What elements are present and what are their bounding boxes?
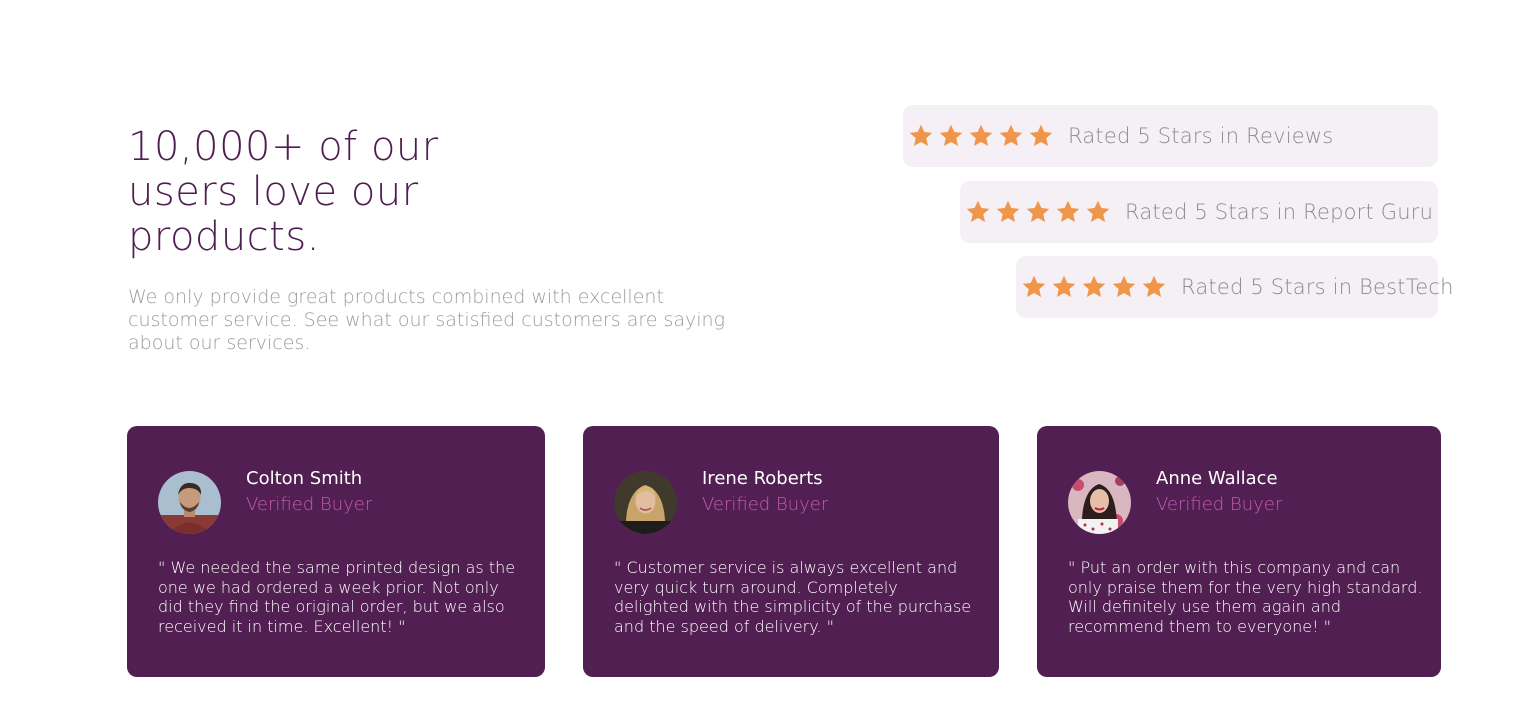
star-icon bbox=[998, 123, 1024, 149]
star-icon bbox=[1051, 274, 1077, 300]
verified-buyer-label: Verified Buyer bbox=[246, 494, 373, 515]
star-icon bbox=[1055, 199, 1081, 225]
testimonial-quote: " Customer service is always excellent a… bbox=[614, 558, 972, 636]
reviewer-name: Anne Wallace bbox=[1156, 468, 1278, 489]
star-icon bbox=[1028, 123, 1054, 149]
testimonial-card: Irene Roberts Verified Buyer " Customer … bbox=[583, 426, 999, 677]
star-icon bbox=[995, 199, 1021, 225]
rating-badge-report-guru: Rated 5 Stars in Report Guru bbox=[960, 181, 1438, 243]
testimonial-quote: " Put an order with this company and can… bbox=[1068, 558, 1423, 636]
star-icon bbox=[1085, 199, 1111, 225]
star-rating bbox=[965, 199, 1111, 225]
testimonial-card: Anne Wallace Verified Buyer " Put an ord… bbox=[1037, 426, 1441, 677]
rating-label: Rated 5 Stars in BestTech bbox=[1181, 275, 1454, 299]
reviewer-name: Irene Roberts bbox=[702, 468, 823, 489]
star-icon bbox=[968, 123, 994, 149]
star-rating bbox=[1021, 274, 1167, 300]
star-icon bbox=[1021, 274, 1047, 300]
star-icon bbox=[1025, 199, 1051, 225]
star-icon bbox=[1141, 274, 1167, 300]
verified-buyer-label: Verified Buyer bbox=[1156, 494, 1283, 515]
testimonial-card: Colton Smith Verified Buyer " We needed … bbox=[127, 426, 545, 677]
person-avatar-icon bbox=[1068, 470, 1131, 534]
star-icon bbox=[1111, 274, 1137, 300]
rating-badge-besttech: Rated 5 Stars in BestTech bbox=[1016, 256, 1453, 318]
rating-label: Rated 5 Stars in Report Guru bbox=[1125, 200, 1434, 224]
testimonial-quote: " We needed the same printed design as t… bbox=[158, 558, 516, 636]
person-avatar-icon bbox=[614, 470, 677, 534]
star-icon bbox=[908, 123, 934, 149]
reviewer-name: Colton Smith bbox=[246, 468, 363, 489]
star-icon bbox=[965, 199, 991, 225]
rating-label: Rated 5 Stars in Reviews bbox=[1068, 124, 1334, 148]
page-subtext: We only provide great products combined … bbox=[128, 286, 725, 354]
person-avatar-icon bbox=[158, 470, 221, 534]
star-icon bbox=[938, 123, 964, 149]
verified-buyer-label: Verified Buyer bbox=[702, 494, 829, 515]
star-rating bbox=[908, 123, 1054, 149]
rating-badge-reviews: Rated 5 Stars in Reviews bbox=[903, 105, 1438, 167]
page-headline: 10,000+ of our users love our products. bbox=[128, 124, 439, 260]
star-icon bbox=[1081, 274, 1107, 300]
